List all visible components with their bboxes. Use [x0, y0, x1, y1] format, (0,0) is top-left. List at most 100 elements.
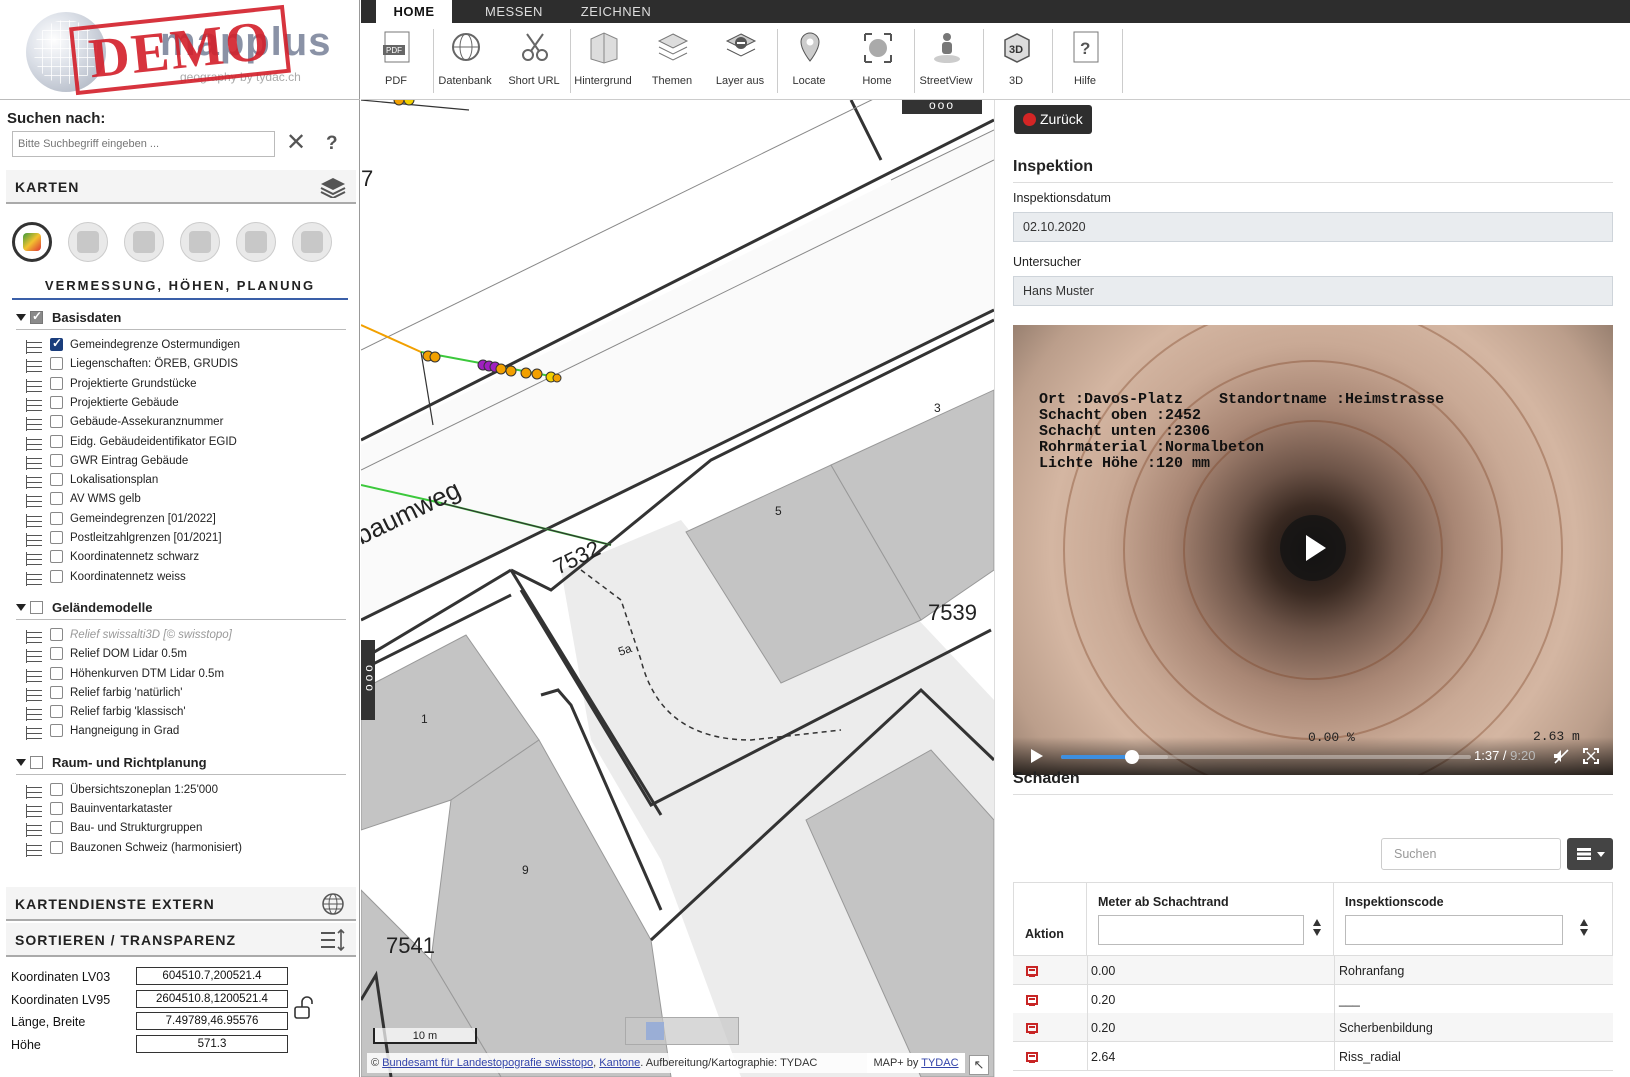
column-code[interactable]: Inspektionscode [1333, 882, 1613, 956]
layer-stack-icon[interactable] [26, 707, 42, 722]
layer-stack-icon[interactable] [26, 455, 42, 470]
layer-checkbox[interactable] [50, 724, 63, 738]
layer-checkbox[interactable] [50, 569, 63, 583]
tool-short-url-button[interactable]: Short URL [499, 29, 569, 97]
layer-checkbox[interactable] [50, 627, 63, 641]
video-seekbar[interactable] [1061, 750, 1471, 764]
code-filter-input[interactable] [1345, 915, 1563, 945]
layer-item[interactable]: Koordinatennetz schwarz [26, 549, 346, 569]
tool-streetview-button[interactable]: StreetView [911, 29, 981, 97]
layer-item[interactable]: Relief farbig 'klassisch' [26, 704, 346, 724]
theme-pipes-icon[interactable] [236, 222, 276, 262]
film-icon[interactable] [1026, 1023, 1038, 1034]
section-karten[interactable]: KARTEN [6, 170, 356, 204]
layer-item[interactable]: AV WMS gelb [26, 491, 346, 511]
layer-item[interactable]: Bauzonen Schweiz (harmonisiert) [26, 840, 346, 860]
layer-checkbox[interactable] [50, 357, 63, 371]
layer-item[interactable]: Eidg. Gebäudeidentifikator EGID [26, 434, 346, 454]
layer-stack-icon[interactable] [26, 378, 42, 393]
layer-checkbox[interactable] [50, 336, 63, 351]
table-row[interactable]: 0.20 Scherbenbildung [1013, 1013, 1613, 1042]
tool-pdf-button[interactable]: PDF PDF [361, 29, 431, 97]
layer-checkbox[interactable] [50, 395, 63, 409]
tool-themen-button[interactable]: Themen [637, 29, 707, 97]
coordinate-value[interactable]: 2604510.8,1200521.4 [136, 989, 288, 1008]
back-button[interactable]: Zurück [1014, 105, 1092, 134]
layer-checkbox[interactable] [50, 511, 63, 525]
map-top-handle[interactable]: ooo [902, 100, 982, 114]
layer-checkbox[interactable] [50, 376, 63, 390]
layer-item[interactable]: Postleitzahlgrenzen [01/2021] [26, 530, 346, 550]
theme-buildings-icon[interactable] [68, 222, 108, 262]
theme-survey-icon[interactable] [12, 222, 52, 262]
column-toggle-button[interactable] [1567, 838, 1613, 870]
layer-stack-icon[interactable] [26, 533, 42, 547]
layer-stack-icon[interactable] [26, 571, 42, 586]
layer-stack-icon[interactable] [26, 687, 42, 702]
table-search-input[interactable]: Suchen [1381, 838, 1561, 870]
layer-checkbox[interactable] [50, 473, 63, 487]
layer-item[interactable]: Relief farbig 'natürlich' [26, 685, 346, 705]
layer-item[interactable]: Koordinatennetz weiss [26, 569, 346, 589]
layer-stack-icon[interactable] [26, 494, 42, 509]
tool-locate-button[interactable]: Locate [774, 29, 844, 97]
play-overlay-icon[interactable] [1280, 515, 1346, 581]
layer-stack-icon[interactable] [26, 804, 42, 818]
layer-checkbox[interactable] [50, 492, 63, 506]
layer-group-checkbox[interactable] [30, 309, 43, 324]
tool-hintergrund-button[interactable]: Hintergrund [568, 29, 638, 97]
meter-filter-input[interactable] [1098, 915, 1304, 945]
layer-item[interactable]: GWR Eintrag Gebäude [26, 453, 346, 473]
layer-item[interactable]: Bau- und Strukturgruppen [26, 820, 346, 840]
unlock-icon[interactable] [294, 996, 314, 1020]
mute-icon[interactable] [1553, 748, 1569, 764]
table-row[interactable]: 0.00 Rohranfang [1013, 956, 1613, 985]
layer-checkbox[interactable] [50, 434, 63, 448]
layer-checkbox[interactable] [50, 666, 63, 680]
fullscreen-icon[interactable] [1583, 748, 1599, 764]
section-sortieren[interactable]: SORTIEREN / TRANSPARENZ [6, 923, 356, 957]
layer-item[interactable]: Projektierte Grundstücke [26, 376, 346, 396]
tab-zeichnen[interactable]: ZEICHNEN [566, 0, 666, 23]
layer-stack-icon[interactable] [26, 784, 42, 799]
video-seek-handle[interactable] [1124, 750, 1139, 764]
table-row[interactable]: 2.64 Riss_radial [1013, 1041, 1613, 1071]
layer-item[interactable]: Übersichtszoneplan 1:25'000 [26, 782, 346, 802]
table-row[interactable]: 0.20 ___ [1013, 984, 1613, 1014]
layer-checkbox[interactable] [50, 453, 63, 467]
layer-stack-icon[interactable] [26, 417, 42, 432]
layer-group[interactable]: Basisdaten [16, 308, 346, 330]
coordinate-value[interactable]: 604510.7,200521.4 [136, 967, 288, 985]
layer-stack-icon[interactable] [26, 629, 42, 644]
layer-item[interactable]: Gemeindegrenzen [01/2022] [26, 511, 346, 531]
caret-down-icon[interactable] [16, 314, 26, 321]
sort-icon[interactable] [1580, 917, 1588, 939]
layer-stack-icon[interactable] [26, 726, 42, 741]
coordinate-value[interactable]: 7.49789,46.95576 [136, 1012, 288, 1030]
layer-item[interactable]: Lokalisationsplan [26, 472, 346, 492]
section-kartendienste[interactable]: KARTENDIENSTE EXTERN [6, 887, 356, 921]
layer-checkbox[interactable] [50, 531, 63, 544]
search-help-button[interactable]: ? [326, 133, 338, 155]
tool-hilfe-button[interactable]: ? Hilfe [1050, 29, 1120, 97]
layer-stack-icon[interactable] [26, 842, 42, 857]
layer-group-checkbox[interactable] [30, 755, 43, 769]
layer-stack-icon[interactable] [26, 649, 42, 664]
expand-arrow-icon[interactable]: ↖ [969, 1055, 989, 1075]
layer-item[interactable]: Gemeindegrenze Ostermundigen [26, 336, 346, 357]
layer-stack-icon[interactable] [26, 513, 42, 528]
layer-group[interactable]: Raum- und Richtplanung [16, 753, 346, 775]
layer-checkbox[interactable] [50, 647, 63, 661]
layer-checkbox[interactable] [50, 415, 63, 429]
theme-roads-icon[interactable] [124, 222, 164, 262]
layer-checkbox[interactable] [50, 685, 63, 699]
theme-environment-icon[interactable] [180, 222, 220, 262]
film-icon[interactable] [1026, 1051, 1038, 1063]
layer-stack-icon[interactable] [26, 359, 42, 374]
caret-down-icon[interactable] [16, 603, 26, 611]
coordinate-value[interactable]: 571.3 [136, 1034, 288, 1053]
layer-item[interactable]: Relief DOM Lidar 0.5m [26, 646, 346, 666]
layer-stack-icon[interactable] [26, 397, 42, 412]
tool-layer-aus-button[interactable]: Layer aus [705, 29, 775, 97]
layer-item[interactable]: Bauinventarkataster [26, 801, 346, 821]
